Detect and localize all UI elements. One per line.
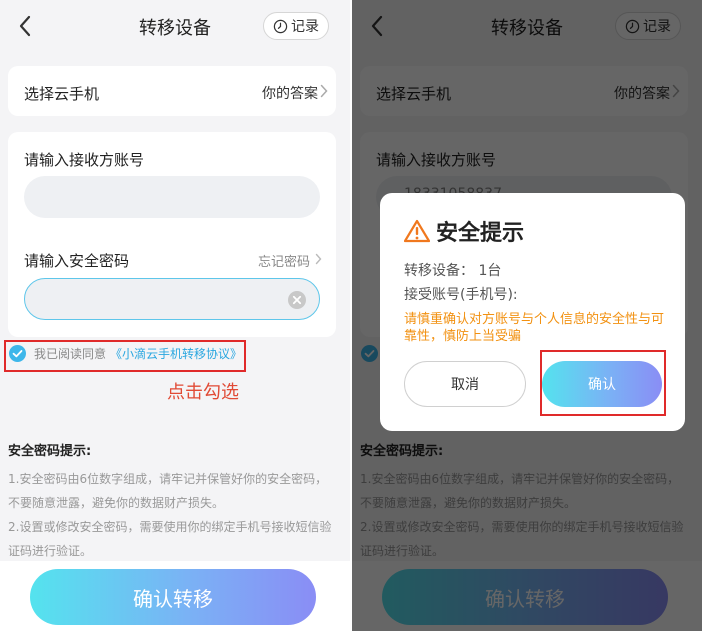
forgot-password-link[interactable]: 忘记密码: [258, 251, 310, 270]
receiver-account-line: 接受账号(手机号):: [404, 287, 518, 303]
device-count-line: 转移设备： 1台: [404, 263, 502, 279]
warning-triangle-icon: [404, 219, 430, 243]
tip-item: 2.设置或修改安全密码，需要使用你的绑定手机号接收短信验证码进行验证。: [8, 520, 332, 558]
cancel-button[interactable]: 取消: [404, 361, 526, 407]
security-dialog: 安全提示 转移设备： 1台 接受账号(手机号): 请慎重确认对方账号与个人信息的…: [380, 193, 685, 431]
annotation-text: 点击勾选: [167, 382, 239, 403]
receiver-account-input[interactable]: [24, 176, 320, 218]
select-cloud-phone-row[interactable]: 选择云手机 你的答案: [8, 66, 336, 116]
screen-left: 转移设备 记录 选择云手机 你的答案 请输入接收方账号 请输入安全密码 忘记密码…: [0, 0, 350, 631]
chevron-right-icon: [315, 253, 322, 265]
highlight-box: [540, 350, 666, 416]
tip-item: 1.安全密码由6位数字组成，请牢记并保管好你的安全密码，不要随意泄露，避免你的数…: [8, 472, 328, 510]
record-button[interactable]: 记录: [263, 12, 329, 40]
transfer-form: 请输入接收方账号 请输入安全密码 忘记密码: [8, 132, 336, 337]
warning-message: 请慎重确认对方账号与个人信息的安全性与可靠性，慎防上当受骗: [404, 312, 665, 344]
agreement-row[interactable]: 我已阅读同意 《小滴云手机转移协议》: [9, 345, 242, 362]
record-label: 记录: [291, 19, 319, 35]
confirm-transfer-button[interactable]: 确认转移: [30, 569, 316, 625]
select-phone-label: 选择云手机: [24, 85, 100, 103]
security-password-input[interactable]: [24, 278, 320, 320]
chevron-right-icon: [320, 84, 328, 98]
dialog-title: 安全提示: [404, 215, 524, 247]
agreement-text: 我已阅读同意: [34, 347, 107, 361]
clock-icon: [273, 19, 288, 33]
agreement-link[interactable]: 《小滴云手机转移协议》: [110, 345, 242, 362]
receiver-account-label: 请输入接收方账号: [24, 151, 145, 169]
security-tips: 安全密码提示: 1.安全密码由6位数字组成，请牢记并保管好你的安全密码，不要随意…: [8, 440, 338, 563]
dialog-title-text: 安全提示: [436, 221, 525, 246]
clear-icon[interactable]: [287, 290, 307, 310]
navbar: 转移设备 记录: [0, 0, 350, 52]
check-circle-icon[interactable]: [9, 345, 26, 362]
tips-title: 安全密码提示:: [8, 444, 92, 459]
security-password-label: 请输入安全密码: [24, 252, 130, 270]
select-phone-value: 你的答案: [262, 86, 318, 102]
